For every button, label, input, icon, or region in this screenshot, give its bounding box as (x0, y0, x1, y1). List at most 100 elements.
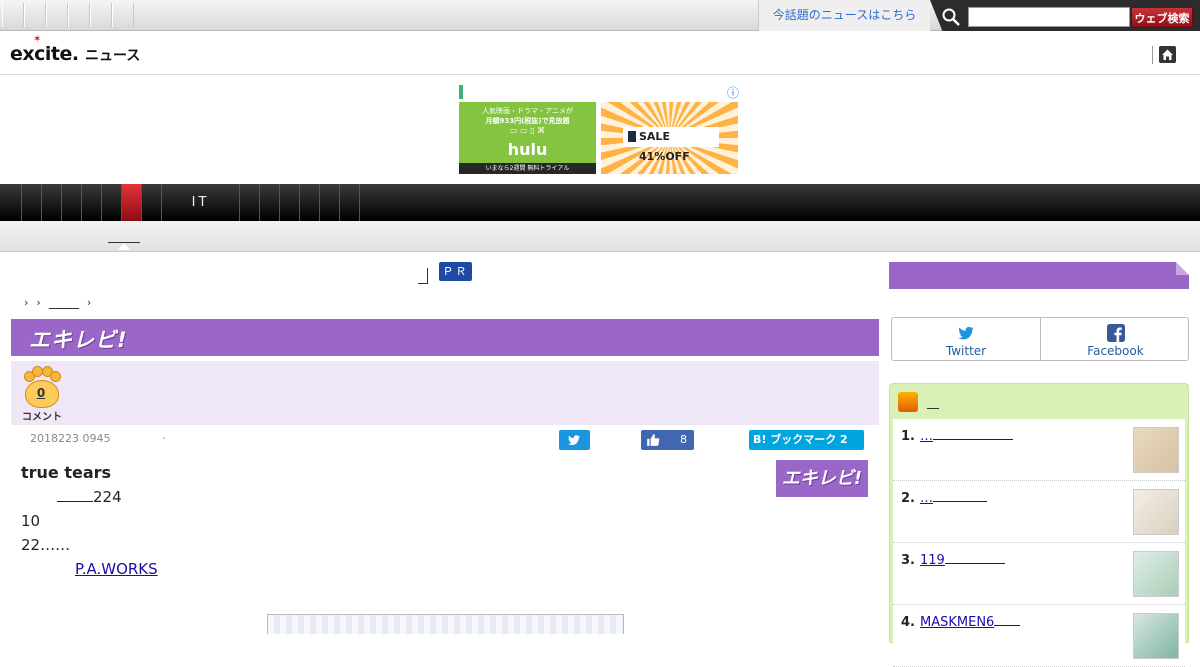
twitter-icon (568, 435, 580, 445)
ranking-item[interactable]: 1. … (893, 419, 1185, 481)
category-nav-items: IT (2, 184, 360, 221)
ranking-title-underline (933, 439, 1013, 440)
top-tab[interactable] (112, 3, 134, 27)
article-inline-link[interactable] (57, 486, 93, 502)
nav-item-active[interactable] (122, 184, 142, 221)
nav-item[interactable] (42, 184, 62, 221)
breadcrumb-sep: › (36, 296, 41, 309)
home-icon[interactable] (1159, 46, 1176, 63)
column-title-bar: エキレビ! (11, 319, 879, 356)
like-button[interactable]: 8 (641, 430, 694, 450)
ranking-title[interactable]: … (920, 491, 987, 506)
search-input[interactable] (968, 7, 1130, 27)
ranking-title-text: … (920, 429, 933, 444)
ranking-item[interactable]: 4. MASKMEN6 (893, 605, 1185, 667)
hulu-devices: ▭ ▭ ▯ ⌘ (509, 126, 546, 135)
top-tab[interactable] (2, 3, 24, 27)
sidebar-header (889, 262, 1189, 289)
top-tab[interactable] (68, 3, 90, 27)
share-facebook[interactable]: Facebook (1041, 318, 1190, 360)
hatena-bookmark-button[interactable]: B! ブックマーク 2 (749, 430, 864, 450)
breadcrumb-link[interactable] (48, 296, 79, 309)
header-divider (1152, 46, 1153, 64)
nav-item[interactable] (280, 184, 300, 221)
ranking-number: 4. (901, 615, 915, 630)
ranking-item[interactable]: 2. … (893, 481, 1185, 543)
logo-sub: ニュース (85, 48, 141, 64)
ranking-number: 2. (901, 491, 915, 506)
comment-count[interactable]: 0 (32, 386, 50, 400)
nav-item[interactable] (142, 184, 162, 221)
nav-item[interactable] (340, 184, 360, 221)
like-count: 8 (680, 433, 687, 446)
nav-item[interactable] (320, 184, 340, 221)
ranking-thumbnail[interactable] (1133, 489, 1179, 535)
ranking-number: 1. (901, 429, 915, 444)
sub-nav-pointer (118, 243, 130, 250)
publish-date: 2018223 0945 (30, 432, 111, 445)
ad-banner[interactable]: ⓘ 人気映画・ドラマ・アニメが 月額933円(税抜)で見放題 ▭ ▭ ▯ ⌘ h… (459, 83, 740, 175)
sub-nav (0, 221, 1200, 252)
nav-item[interactable] (102, 184, 122, 221)
pr-marker (418, 268, 428, 284)
top-tab[interactable] (46, 3, 68, 27)
date-dot: · (162, 432, 166, 445)
sub-nav-current[interactable] (108, 231, 140, 243)
hulu-logo: hulu (507, 140, 548, 159)
ranking-thumbnail[interactable] (1133, 427, 1179, 473)
sale-ad[interactable]: SALE 41%OFF (601, 102, 738, 174)
twitter-icon (958, 326, 974, 340)
article-line: P.A.WORKS (21, 557, 761, 581)
nav-item[interactable] (300, 184, 320, 221)
pr-badge[interactable]: ＰＲ (439, 262, 472, 281)
nav-item[interactable] (260, 184, 280, 221)
nav-item[interactable] (62, 184, 82, 221)
ranking-thumbnail[interactable] (1133, 551, 1179, 597)
share-box: Twitter Facebook (891, 317, 1189, 361)
top-tab[interactable] (24, 3, 46, 27)
top-tabs (2, 3, 134, 27)
ranking-title-text: MASKMEN6 (920, 615, 995, 630)
nav-item-it[interactable]: IT (162, 184, 240, 221)
ranking-title-underline (944, 563, 1005, 564)
sale-text: SALE 41%OFF (639, 130, 690, 163)
nav-item[interactable] (22, 184, 42, 221)
nav-item[interactable] (240, 184, 260, 221)
ekirebi-logo[interactable]: エキレビ! (776, 460, 868, 497)
nav-item[interactable] (2, 184, 22, 221)
ranking-title[interactable]: MASKMEN6 (920, 615, 1021, 630)
ad-mark (459, 85, 463, 99)
web-search-button[interactable]: ウェブ検索 (1131, 7, 1193, 28)
ranking-title-underline (994, 625, 1021, 626)
article-image (267, 614, 624, 634)
pa-works-link[interactable]: P.A.WORKS (75, 560, 158, 578)
ranking-thumbnail[interactable] (1133, 613, 1179, 659)
article-body: true tears 224 10 22…… P.A.WORKS (21, 461, 761, 581)
article-heading: true tears (21, 463, 112, 482)
ranking-title-link[interactable] (927, 408, 939, 409)
info-icon[interactable]: ⓘ (727, 84, 739, 101)
ranking-title-text: … (920, 491, 933, 506)
meta-band (11, 361, 879, 425)
hot-news-link[interactable]: 今話題のニュースはこちら (758, 0, 930, 31)
share-facebook-label: Facebook (1087, 344, 1144, 358)
top-bar: 今話題のニュースはこちら ウェブ検索 (0, 0, 1200, 35)
ekirebi-title[interactable]: エキレビ! (29, 324, 128, 354)
ranking-item[interactable]: 3. 119 (893, 543, 1185, 605)
hulu-line2: 月額933円(税抜)で見放題 (485, 117, 570, 125)
tweet-button[interactable] (559, 430, 590, 450)
like-icon (647, 434, 660, 446)
article-line: 10 (21, 512, 41, 530)
ranking-box: 1. … 2. … 3. 119 4. MASKMEN6 (889, 383, 1189, 667)
ranking-title[interactable]: 119 (920, 553, 1005, 568)
search-icon (942, 8, 960, 26)
top-tab[interactable] (90, 3, 112, 27)
hulu-ad[interactable]: 人気映画・ドラマ・アニメが 月額933円(税抜)で見放題 ▭ ▭ ▯ ⌘ hul… (459, 102, 596, 174)
excite-news-logo[interactable]: ✶ excite. ニュース (10, 34, 142, 67)
share-twitter-label: Twitter (945, 344, 987, 358)
paw-toe (50, 371, 61, 382)
hulu-footer: いまなら2週間 無料トライアル (459, 163, 596, 174)
ranking-title[interactable]: … (920, 429, 1013, 444)
nav-item[interactable] (82, 184, 102, 221)
share-twitter[interactable]: Twitter (892, 318, 1041, 360)
